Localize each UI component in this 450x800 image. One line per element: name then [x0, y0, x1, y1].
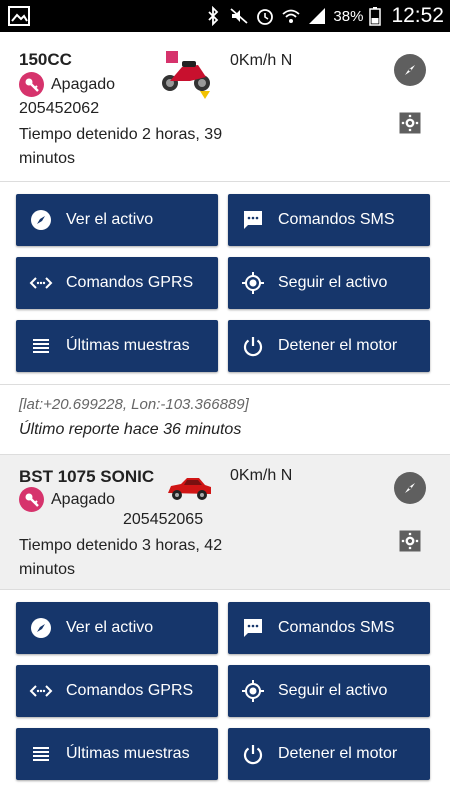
gallery-notification-icon — [8, 6, 30, 26]
settings-gear-icon[interactable] — [394, 525, 426, 557]
sms-commands-label: Comandos SMS — [278, 211, 395, 228]
battery-icon — [369, 7, 382, 26]
car-icon — [168, 478, 211, 500]
stop-engine-button[interactable]: Detener el motor — [228, 320, 430, 372]
motorcycle-icon — [162, 51, 210, 99]
code-icon — [28, 678, 54, 704]
action-buttons: Ver el activo Comandos SMS Comandos GPRS… — [0, 182, 450, 384]
stopped-time: Tiempo detenido 2 horas, 39 minutos — [19, 126, 223, 167]
sms-commands-button[interactable]: Comandos SMS — [228, 602, 430, 654]
action-buttons: Ver el activo Comandos SMS Comandos GPRS… — [0, 590, 450, 792]
gprs-commands-label: Comandos GPRS — [66, 274, 194, 291]
last-report-section: [lat:+20.699228, Lon:-103.366889] Último… — [0, 384, 450, 454]
asset-name: BST 1075 SONIC — [19, 467, 155, 486]
latest-samples-label: Últimas muestras — [66, 745, 190, 762]
asset-card: BST 1075 SONIC Apagado 205452065 Tiempo … — [0, 454, 450, 792]
asset-state: Apagado — [19, 487, 115, 512]
alarm-icon — [257, 9, 274, 25]
sms-icon — [240, 615, 266, 641]
clock: 12:52 — [391, 4, 444, 27]
follow-asset-button[interactable]: Seguir el activo — [228, 257, 430, 309]
signal-icon — [309, 8, 326, 24]
view-asset-button[interactable]: Ver el activo — [16, 602, 218, 654]
wifi-icon — [282, 9, 300, 23]
asset-state: Apagado — [19, 72, 115, 97]
asset-info[interactable]: BST 1075 SONIC Apagado 205452065 Tiempo … — [0, 454, 450, 590]
speed-heading: 0Km/h N — [230, 52, 293, 69]
stopped-time: Tiempo detenido 3 horas, 42 minutos — [19, 537, 223, 578]
gprs-commands-button[interactable]: Comandos GPRS — [16, 257, 218, 309]
latest-samples-label: Últimas muestras — [66, 337, 190, 354]
battery-percent: 38% — [333, 7, 364, 25]
compass-icon — [28, 207, 54, 233]
settings-gear-icon[interactable] — [394, 107, 426, 139]
power-icon — [240, 333, 266, 359]
stop-engine-button[interactable]: Detener el motor — [228, 728, 430, 780]
navigate-icon[interactable] — [394, 54, 426, 86]
gps-target-icon — [240, 270, 266, 296]
stop-engine-label: Detener el motor — [278, 337, 398, 354]
power-icon — [240, 741, 266, 767]
bluetooth-icon — [208, 6, 219, 26]
speed-heading: 0Km/h N — [230, 467, 293, 484]
sms-commands-label: Comandos SMS — [278, 619, 395, 636]
latest-samples-button[interactable]: Últimas muestras — [16, 728, 218, 780]
view-asset-label: Ver el activo — [66, 211, 154, 228]
list-icon — [28, 333, 54, 359]
key-icon — [19, 72, 44, 97]
gprs-commands-label: Comandos GPRS — [66, 682, 194, 699]
code-icon — [28, 270, 54, 296]
device-id: 205452062 — [19, 100, 100, 117]
status-bar: 38% 12:52 — [0, 0, 450, 32]
sms-commands-button[interactable]: Comandos SMS — [228, 194, 430, 246]
stop-engine-label: Detener el motor — [278, 745, 398, 762]
gps-target-icon — [240, 678, 266, 704]
gprs-commands-button[interactable]: Comandos GPRS — [16, 665, 218, 717]
mute-icon — [230, 8, 248, 24]
device-id: 205452065 — [123, 511, 204, 528]
state-label: Apagado — [51, 75, 116, 93]
asset-info[interactable]: 150CC Apagado 205452062 Tiempo detenido … — [0, 32, 450, 182]
last-report-text: Último reporte hace 36 minutos — [19, 421, 242, 438]
state-label: Apagado — [51, 490, 116, 508]
asset-card: 150CC Apagado 205452062 Tiempo detenido … — [0, 32, 450, 454]
view-asset-label: Ver el activo — [66, 619, 154, 636]
asset-list[interactable]: 150CC Apagado 205452062 Tiempo detenido … — [0, 32, 450, 800]
follow-asset-button[interactable]: Seguir el activo — [228, 665, 430, 717]
view-asset-button[interactable]: Ver el activo — [16, 194, 218, 246]
coordinates: [lat:+20.699228, Lon:-103.366889] — [19, 396, 249, 413]
latest-samples-button[interactable]: Últimas muestras — [16, 320, 218, 372]
sms-icon — [240, 207, 266, 233]
follow-asset-label: Seguir el activo — [278, 682, 388, 699]
navigate-icon[interactable] — [394, 472, 426, 504]
key-icon — [19, 487, 44, 512]
follow-asset-label: Seguir el activo — [278, 274, 388, 291]
list-icon — [28, 741, 54, 767]
compass-icon — [28, 615, 54, 641]
asset-name: 150CC — [19, 50, 72, 69]
